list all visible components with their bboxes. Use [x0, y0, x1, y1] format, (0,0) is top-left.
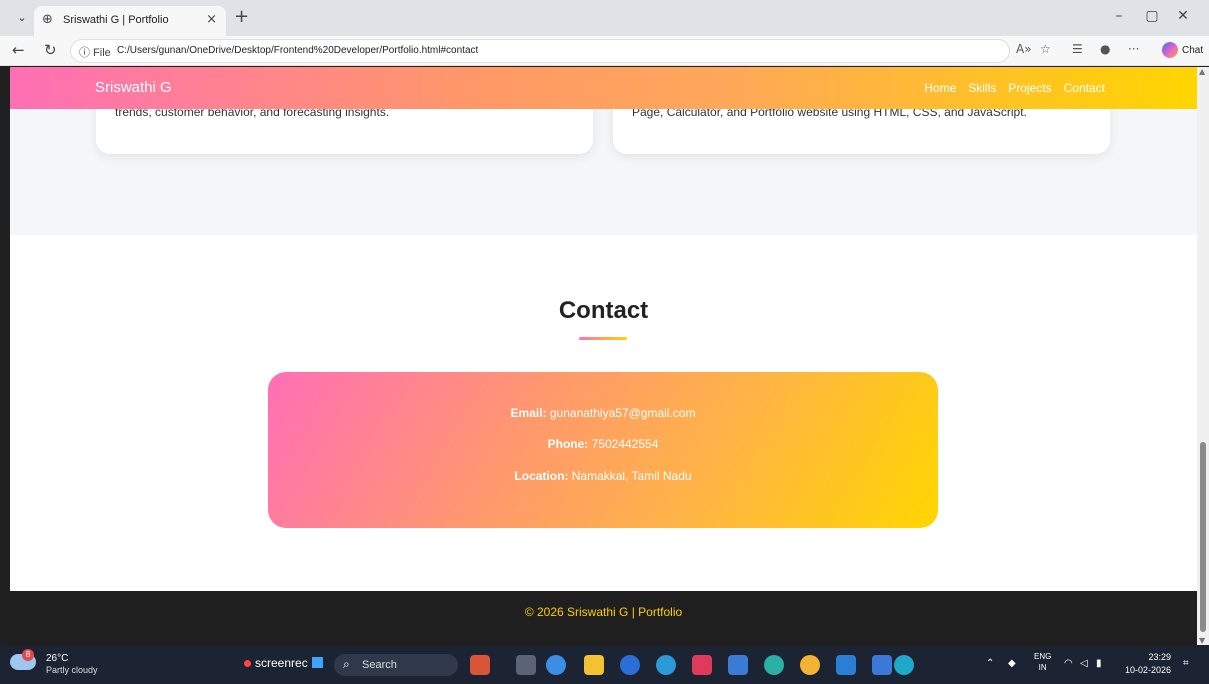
file-explorer-icon[interactable] [584, 655, 604, 675]
contact-phone: Phone: 7502442554 [268, 437, 938, 451]
location-value: Namakkal, Tamil Nadu [571, 469, 692, 483]
task-view-icon[interactable] [516, 655, 536, 675]
search-icon: ⌕ [343, 657, 350, 671]
scrollbar-thumb[interactable] [1200, 442, 1206, 632]
tray-chevron-icon[interactable]: ⌃ [986, 658, 994, 669]
screenrec-label: screenrec [255, 656, 308, 670]
screenrec-logo-icon [311, 657, 323, 668]
nav-link-skills[interactable]: Skills [968, 81, 996, 95]
window-close-icon[interactable]: ✕ [1168, 8, 1198, 24]
contact-section: Contact Email: gunanathiya57@gmail.com P… [10, 235, 1197, 591]
globe-icon: ⊕ [42, 12, 53, 27]
screenrec-widget[interactable]: screenrec [244, 656, 323, 670]
refresh-icon[interactable]: ↻ [44, 41, 57, 59]
weather-badge: 8 [22, 649, 34, 661]
chrome-icon[interactable] [800, 655, 820, 675]
store-icon[interactable] [728, 655, 748, 675]
scroll-up-icon[interactable]: ▲ [1199, 67, 1205, 76]
restore-icon[interactable]: ▢ [1137, 8, 1167, 24]
favorite-star-icon[interactable]: ☆ [1040, 42, 1051, 56]
contact-card: Email: gunanathiya57@gmail.com Phone: 75… [268, 372, 938, 528]
page-scrollbar[interactable]: ▲ ▼ [1197, 67, 1209, 645]
email-value[interactable]: gunanathiya57@gmail.com [550, 406, 696, 420]
language-code: ENG [1034, 652, 1052, 661]
tab-title: Sriswathi G | Portfolio [63, 14, 169, 26]
profile-icon[interactable]: ● [1100, 42, 1110, 56]
search-placeholder: Search [362, 659, 397, 671]
nav-links: Home Skills Projects Contact [924, 81, 1105, 95]
wifi-icon[interactable]: ◠ [1064, 658, 1073, 669]
nav-link-home[interactable]: Home [924, 81, 956, 95]
email-label: Email: [510, 406, 547, 420]
chat-label: Chat [1182, 45, 1204, 56]
browser-tab-bar: ⌄ ⊕ Sriswathi G | Portfolio × + – ▢ ✕ [0, 0, 1209, 36]
notepad-icon[interactable] [872, 655, 892, 675]
copilot-app-icon[interactable] [546, 655, 566, 675]
clock-date: 10-02-2026 [1125, 665, 1172, 675]
edge-dev-icon[interactable] [764, 655, 784, 675]
url-text[interactable]: C:/Users/gunan/OneDrive/Desktop/Frontend… [117, 45, 478, 56]
footer-text: © 2026 Sriswathi G | Portfolio [524, 605, 683, 619]
new-tab-button[interactable]: + [234, 6, 249, 27]
page-viewport: trends, customer behavior, and forecasti… [10, 67, 1197, 645]
clock-time: 23:29 [1148, 652, 1172, 662]
read-aloud-icon[interactable]: A» [1016, 42, 1032, 56]
nav-link-contact[interactable]: Contact [1064, 81, 1105, 95]
address-bar-row: ← ↻ ⓘ File C:/Users/gunan/OneDrive/Deskt… [0, 36, 1209, 66]
system-clock[interactable]: 23:29 10-02-2026 [1125, 651, 1171, 677]
region-code: IN [1038, 663, 1047, 672]
site-info-icon[interactable]: ⓘ File [79, 44, 111, 60]
location-label: Location: [514, 469, 569, 483]
more-menu-icon[interactable]: ··· [1128, 42, 1139, 56]
tab-close-icon[interactable]: × [206, 12, 217, 27]
windows-taskbar: 8 26°C Partly cloudy screenrec ⌕ Search … [0, 646, 1209, 684]
contact-email: Email: gunanathiya57@gmail.com [268, 406, 938, 420]
heading-underline [579, 337, 627, 340]
hp-app-icon[interactable] [620, 655, 640, 675]
copilot-chat-button[interactable]: Chat [1158, 40, 1207, 62]
taskbar-search[interactable]: ⌕ Search [334, 654, 458, 676]
widgets-icon[interactable] [470, 655, 490, 675]
url-field[interactable]: ⓘ File C:/Users/gunan/OneDrive/Desktop/F… [70, 39, 1010, 63]
battery-icon[interactable]: ▮ [1096, 658, 1102, 669]
edge-browser-icon[interactable] [894, 655, 914, 675]
phone-value[interactable]: 7502442554 [592, 437, 659, 451]
minimize-icon[interactable]: – [1104, 8, 1134, 24]
mcafee-icon[interactable] [692, 655, 712, 675]
chrome-app-icon[interactable] [656, 655, 676, 675]
back-arrow-icon[interactable]: ← [12, 41, 25, 59]
phone-label: Phone: [547, 437, 589, 451]
site-footer: © 2026 Sriswathi G | Portfolio [10, 591, 1197, 645]
browser-tab[interactable]: ⊕ Sriswathi G | Portfolio × [34, 6, 226, 36]
contact-heading: Contact [558, 297, 649, 324]
nav-link-projects[interactable]: Projects [1008, 81, 1051, 95]
scroll-down-icon[interactable]: ▼ [1199, 636, 1205, 645]
copilot-icon [1162, 42, 1178, 59]
favorites-icon[interactable]: ☰ [1072, 42, 1083, 56]
notification-icon[interactable]: ⌗ [1183, 658, 1189, 669]
volume-icon[interactable]: ◁ [1080, 658, 1088, 669]
site-navbar: Sriswathi G Home Skills Projects Contact [10, 67, 1197, 109]
weather-widget[interactable]: 8 26°C Partly cloudy [10, 649, 120, 679]
vscode-icon[interactable] [836, 655, 856, 675]
record-dot-icon [244, 660, 251, 667]
weather-temperature: 26°C [46, 653, 69, 664]
tab-actions-chevron-icon[interactable]: ⌄ [12, 9, 32, 27]
weather-condition: Partly cloudy [46, 665, 98, 675]
language-indicator[interactable]: ENG IN [1034, 651, 1051, 673]
tray-app-icon[interactable]: ◆ [1008, 658, 1016, 669]
site-brand[interactable]: Sriswathi G [95, 79, 172, 96]
contact-location: Location: Namakkal, Tamil Nadu [268, 469, 938, 483]
